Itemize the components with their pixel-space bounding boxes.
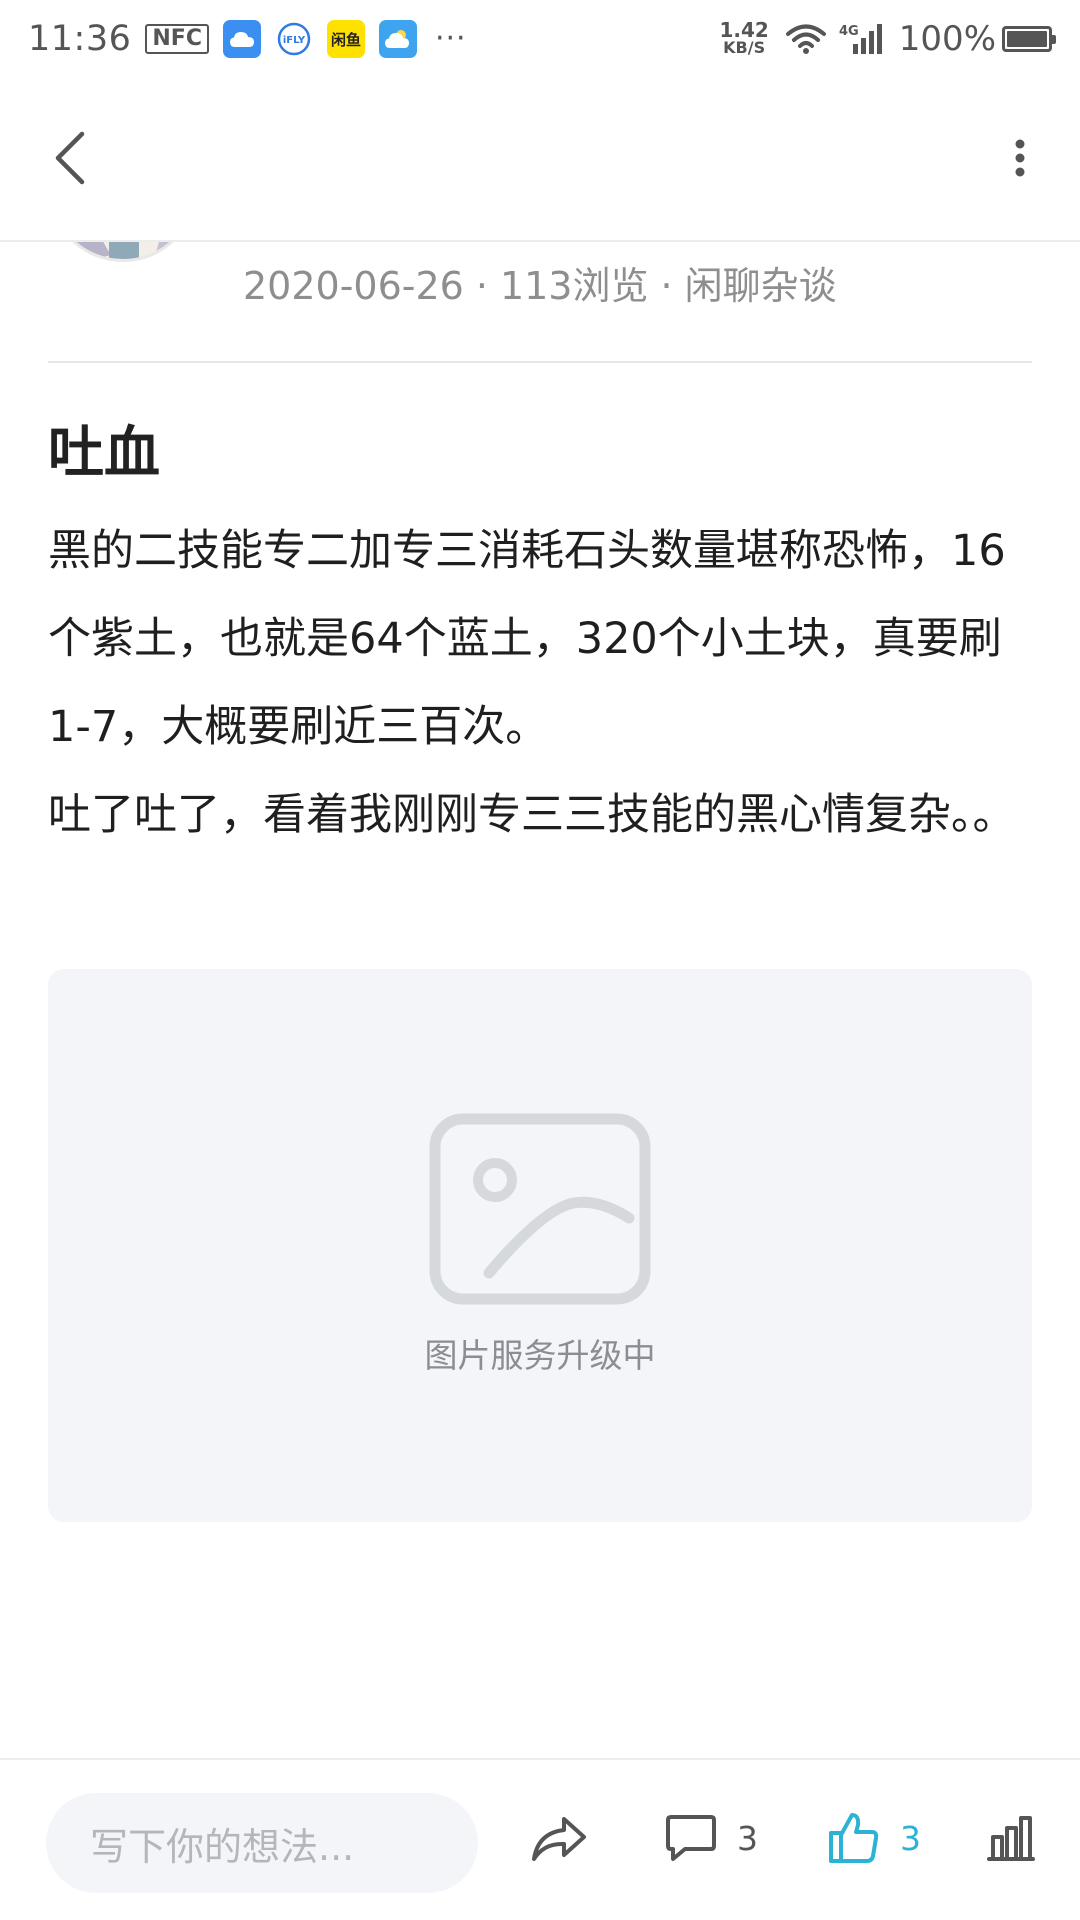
network-speed-unit: KB/S	[723, 38, 766, 57]
meta-separator: ·	[660, 264, 673, 308]
weather-app-icon	[378, 20, 417, 58]
status-right-group: 1.42 KB/S 4G 100%	[719, 18, 1056, 59]
screen: 11:36 NFC iFLY 闲鱼 ··· 1.42 KB/S 4G 100% …	[0, 0, 1080, 1920]
share-button[interactable]	[530, 1798, 588, 1878]
svg-text:iFLY: iFLY	[283, 35, 306, 46]
thumbs-up-icon	[829, 1813, 879, 1863]
nfc-icon: NFC	[145, 24, 209, 54]
post-views: 113浏览	[499, 264, 649, 308]
meta-divider	[48, 361, 1032, 363]
network-speed: 1.42 KB/S	[719, 18, 769, 57]
post-paragraph: 黑的二技能专二加专三消耗石头数量堪称恐怖，16个紫土，也就是64个蓝土，320个…	[48, 526, 1006, 752]
xianyu-app-icon: 闲鱼	[326, 20, 365, 58]
like-count: 3	[900, 1818, 921, 1858]
network-speed-value: 1.42	[719, 18, 769, 42]
network-type-label: 4G	[839, 24, 859, 39]
more-notifications-icon: ···	[434, 21, 467, 56]
comment-count: 3	[737, 1818, 758, 1858]
wifi-icon	[785, 23, 827, 55]
back-button[interactable]	[40, 128, 100, 188]
top-nav-bar	[0, 78, 1080, 242]
image-icon	[429, 1113, 651, 1305]
cellular-signal-icon: 4G	[839, 22, 887, 56]
cloud-app-icon	[222, 20, 261, 58]
bottom-action-bar: 写下你的想法... 3 3	[0, 1758, 1080, 1920]
post-paragraph: 吐了吐了，看着我刚刚专三三技能的黑心情复杂。。	[48, 790, 1016, 840]
post-body: 黑的二技能专二加专三消耗石头数量堪称恐怖，16个紫土，也就是64个蓝土，320个…	[48, 507, 1038, 859]
comment-button[interactable]: 3	[665, 1798, 758, 1878]
post-meta: 2020-06-26 · 113浏览 · 闲聊杂谈	[243, 255, 837, 310]
image-placeholder-text: 图片服务升级中	[424, 1336, 656, 1375]
share-icon	[532, 1817, 586, 1861]
vertical-dots-icon	[1015, 139, 1025, 177]
post-title: 吐血	[48, 421, 160, 486]
post-date: 2020-06-26	[243, 264, 464, 308]
bar-chart-icon	[987, 1816, 1035, 1861]
comment-input[interactable]: 写下你的想法...	[46, 1793, 478, 1893]
battery-percentage: 100%	[898, 19, 996, 59]
meta-separator: ·	[475, 264, 488, 308]
stats-button[interactable]	[985, 1798, 1037, 1878]
battery-icon	[1002, 26, 1056, 52]
comment-icon	[666, 1815, 716, 1861]
ifly-app-icon: iFLY	[274, 20, 313, 58]
post-category[interactable]: 闲聊杂谈	[685, 264, 837, 308]
like-button[interactable]: 3	[828, 1798, 921, 1878]
battery-fill	[1007, 31, 1047, 47]
status-bar: 11:36 NFC iFLY 闲鱼 ··· 1.42 KB/S 4G 100%	[0, 0, 1080, 78]
status-time: 11:36	[28, 19, 132, 59]
post-image-placeholder[interactable]: 图片服务升级中	[48, 969, 1032, 1522]
chevron-left-icon	[55, 131, 85, 185]
more-options-button[interactable]	[990, 128, 1050, 188]
